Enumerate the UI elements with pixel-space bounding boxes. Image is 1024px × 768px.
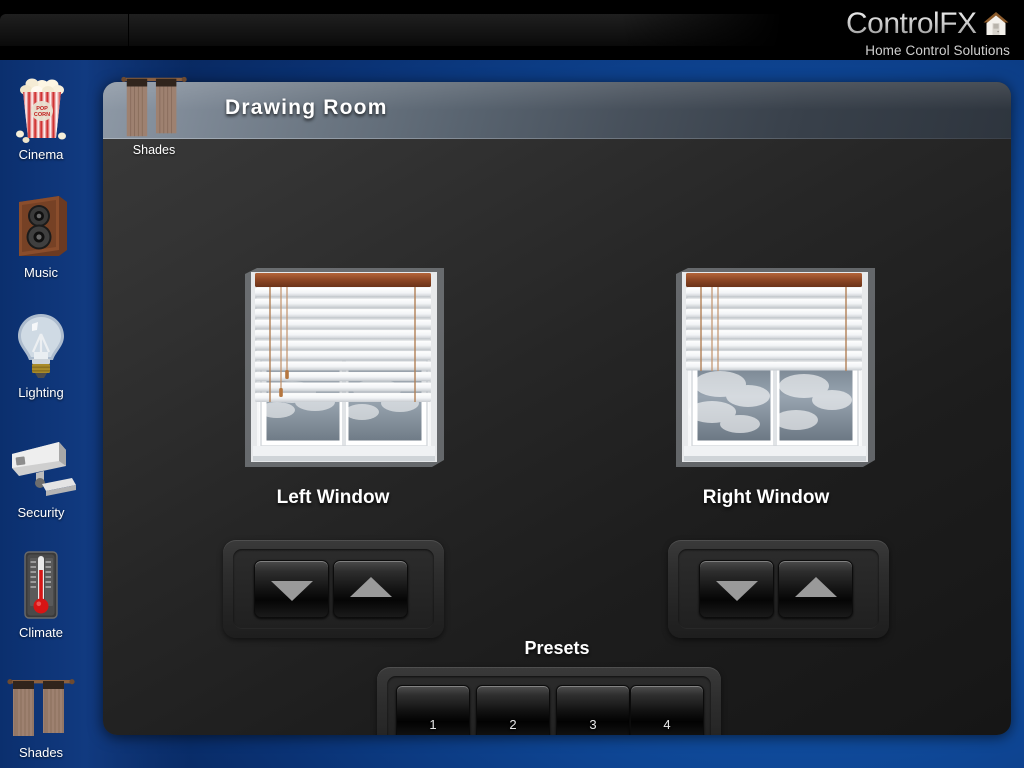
main-panel: Drawing Room Left Window Right Window Pr… xyxy=(103,82,1011,735)
house-icon xyxy=(982,10,1010,42)
window-blinds-icon[interactable] xyxy=(668,260,883,475)
presets-panel: 1 2 3 4 xyxy=(377,667,721,735)
triangle-up-icon xyxy=(349,577,392,597)
svg-text:CORN: CORN xyxy=(34,112,50,118)
panel-header-divider xyxy=(103,138,1011,139)
triangle-down-icon xyxy=(715,581,758,601)
preset-button-3[interactable]: 3 xyxy=(556,685,630,735)
preset-button-4[interactable]: 4 xyxy=(630,685,704,735)
sidebar-item-label: Music xyxy=(24,265,58,280)
left-window-down-button[interactable] xyxy=(254,560,329,618)
window-blinds-icon[interactable] xyxy=(237,260,452,475)
preset-button-label: 3 xyxy=(589,717,597,732)
curtains-icon xyxy=(114,70,194,142)
preset-button-label: 2 xyxy=(509,717,517,732)
sidebar-item-cinema[interactable]: POP CORN Cinema xyxy=(0,70,82,162)
window-label: Left Window xyxy=(276,487,390,508)
triangle-down-icon xyxy=(270,581,313,601)
window-label: Right Window xyxy=(702,487,830,508)
brand-tagline: Home Control Solutions xyxy=(865,43,1010,58)
sidebar-item-lighting[interactable]: Lighting xyxy=(0,308,82,400)
triangle-up-icon xyxy=(794,577,837,597)
sidebar-item-climate[interactable]: Climate xyxy=(0,548,82,640)
left-window-up-button[interactable] xyxy=(333,560,408,618)
lightbulb-icon xyxy=(0,308,82,384)
popcorn-icon: POP CORN xyxy=(0,70,82,146)
left-window-controls-inner xyxy=(233,549,434,629)
brand-logo: ControlFX Home Control Solutions xyxy=(846,8,1010,59)
preset-button-label: 4 xyxy=(663,717,671,732)
page-title: Drawing Room xyxy=(225,96,388,119)
sidebar-item-label: Lighting xyxy=(18,385,64,400)
preset-button-1[interactable]: 1 xyxy=(396,685,470,735)
sidebar: POP CORN Cinema Music Lighting Security … xyxy=(0,60,82,768)
right-window-up-button[interactable] xyxy=(778,560,853,618)
brand-name-row: ControlFX xyxy=(846,8,1010,42)
sidebar-item-label: Climate xyxy=(18,625,64,640)
panel-badge-shades[interactable]: Shades xyxy=(114,70,194,157)
right-window-controls xyxy=(668,540,889,638)
brand-name: ControlFX xyxy=(846,7,977,40)
sidebar-item-security[interactable]: Security xyxy=(0,428,82,520)
preset-button-label: 1 xyxy=(429,717,437,732)
right-window-controls-inner xyxy=(678,549,879,629)
sidebar-item-label: Cinema xyxy=(18,147,64,162)
sidebar-item-label: Security xyxy=(17,505,65,520)
right-window-down-button[interactable] xyxy=(699,560,774,618)
preset-button-2[interactable]: 2 xyxy=(476,685,550,735)
sidebar-item-shades[interactable]: Shades xyxy=(0,668,82,760)
panel-badge-label: Shades xyxy=(132,143,176,157)
top-bar-divider xyxy=(128,14,129,46)
thermometer-icon xyxy=(0,548,82,624)
presets-title: Presets xyxy=(524,638,590,658)
speaker-icon xyxy=(0,188,82,264)
left-window-controls xyxy=(223,540,444,638)
sidebar-item-label: Shades xyxy=(18,745,64,760)
sidebar-item-music[interactable]: Music xyxy=(0,188,82,280)
curtains-icon xyxy=(0,668,82,744)
presets-panel-inner: 1 2 3 4 xyxy=(387,676,711,735)
security-camera-icon xyxy=(0,428,82,504)
